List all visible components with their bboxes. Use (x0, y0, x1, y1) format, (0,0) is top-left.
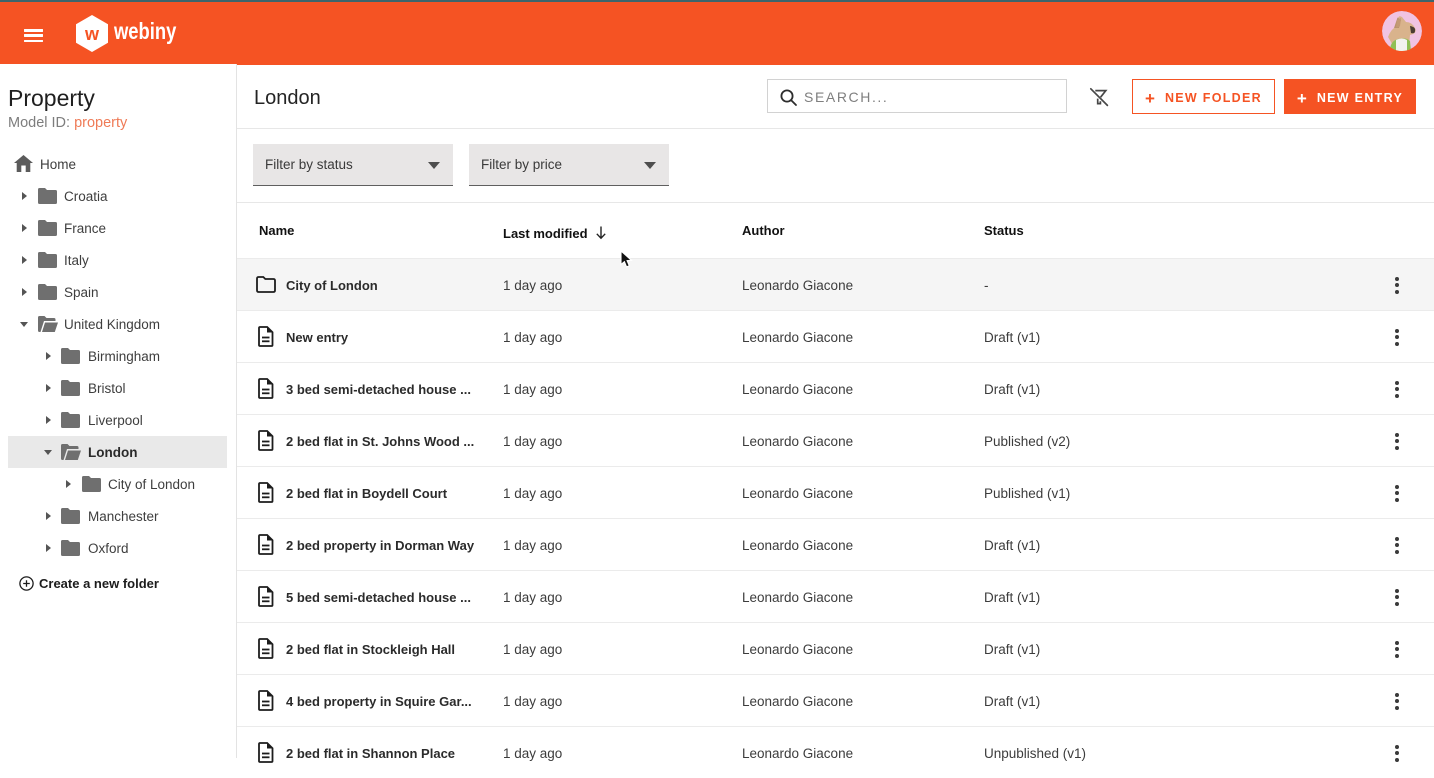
svg-text:w: w (84, 24, 100, 44)
